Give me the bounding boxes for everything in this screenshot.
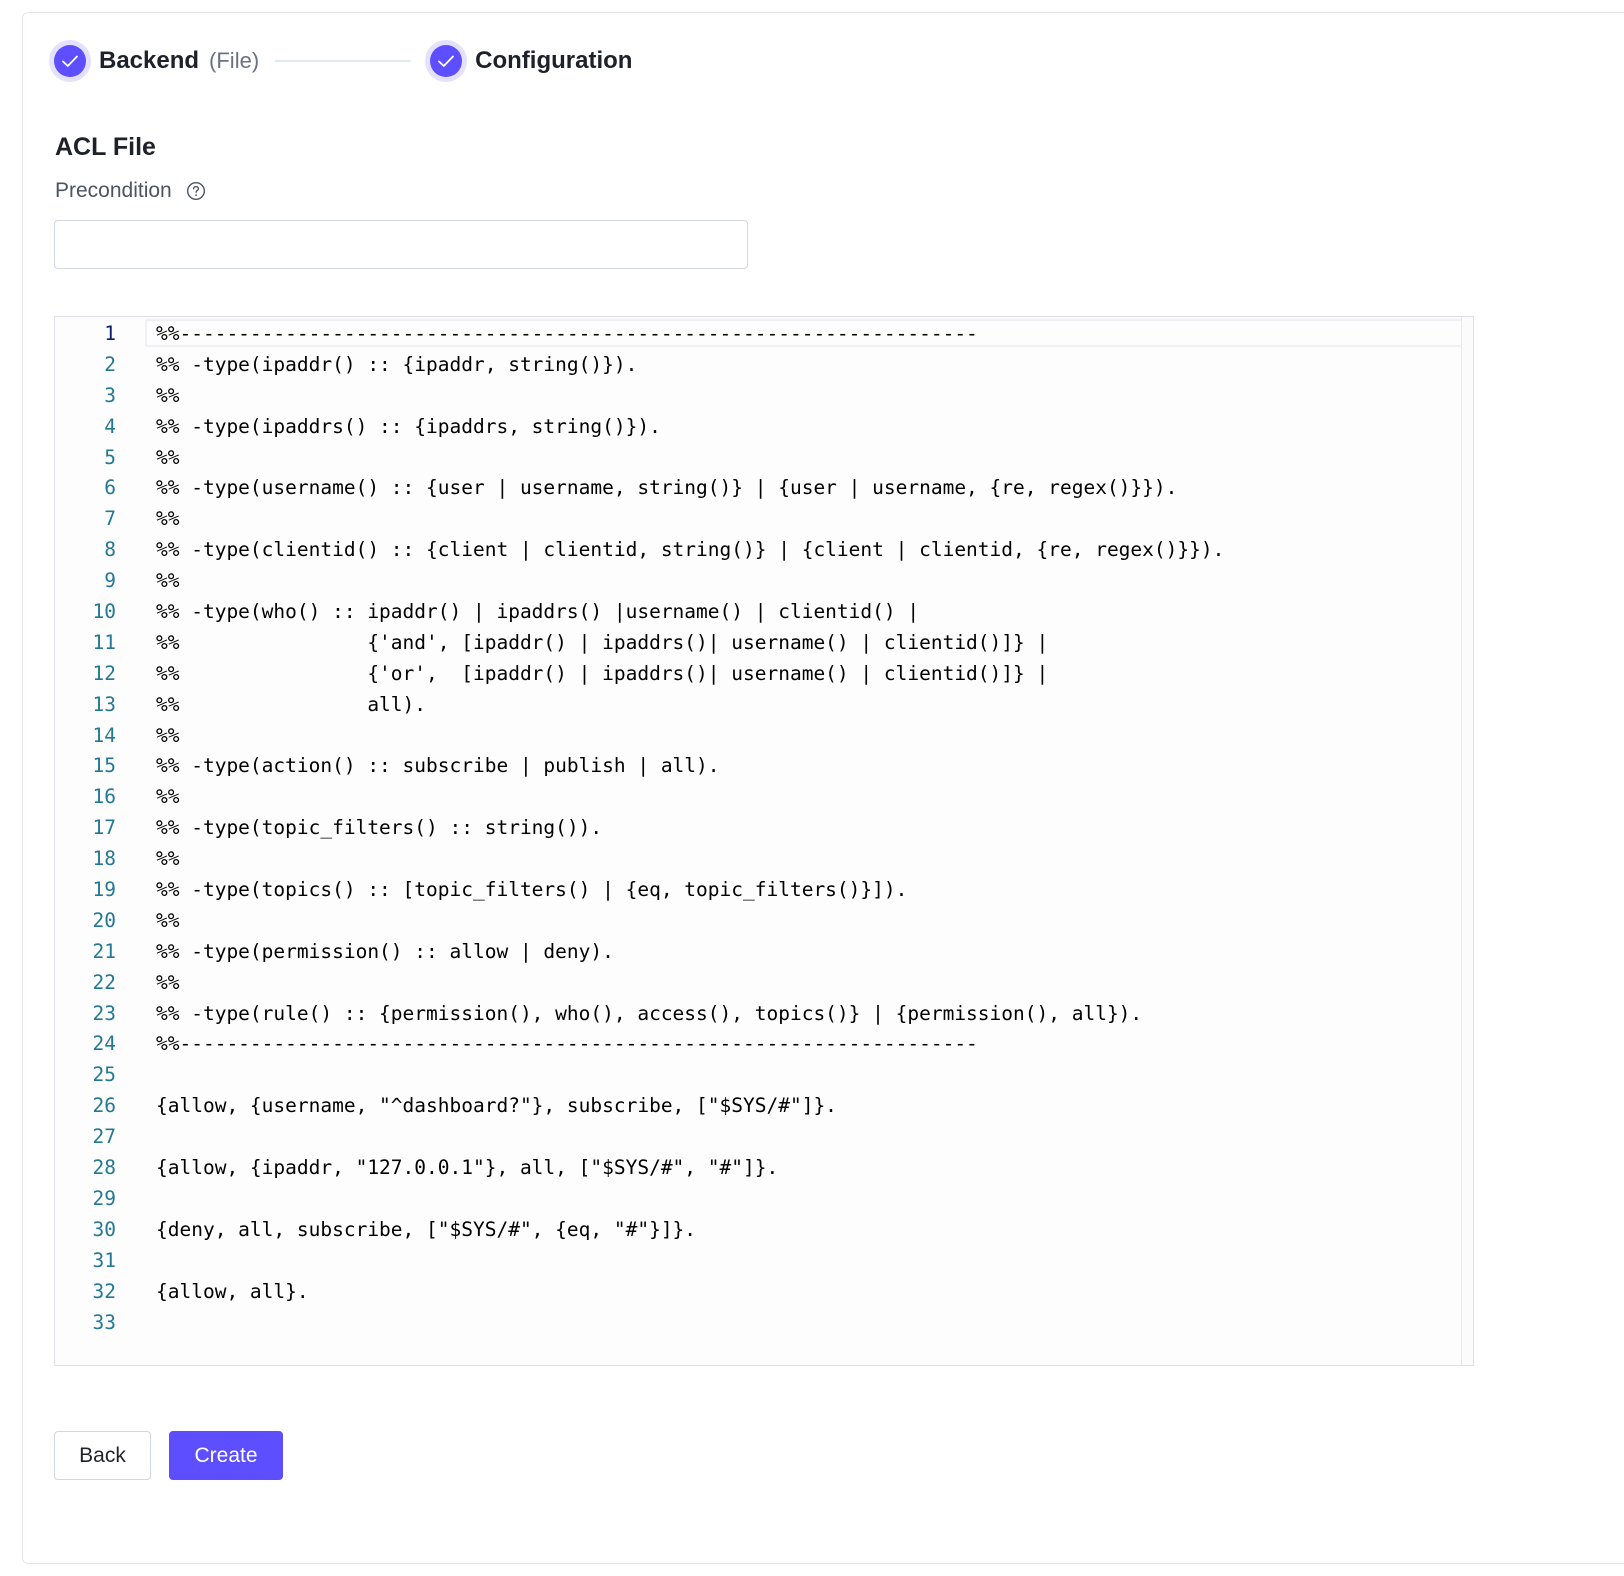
line-number: 23 bbox=[92, 1001, 116, 1025]
line-number: 9 bbox=[104, 569, 116, 593]
precondition-input[interactable] bbox=[54, 220, 748, 269]
line-number: 10 bbox=[92, 600, 116, 624]
code-line[interactable]: %% bbox=[156, 906, 1224, 937]
back-button[interactable]: Back bbox=[54, 1431, 151, 1480]
step-backend-title: Backend bbox=[99, 47, 200, 74]
code-line[interactable]: %% bbox=[156, 968, 1224, 999]
code-line[interactable] bbox=[156, 1122, 1224, 1153]
code-line[interactable]: {allow, {username, "^dashboard?"}, subsc… bbox=[156, 1091, 1224, 1122]
step-backend-subtitle: (File) bbox=[209, 48, 260, 73]
line-number: 3 bbox=[104, 383, 116, 407]
line-number: 31 bbox=[92, 1248, 116, 1272]
line-number: 21 bbox=[92, 939, 116, 963]
line-number: 4 bbox=[104, 414, 116, 438]
line-number: 12 bbox=[92, 661, 116, 685]
code-line[interactable]: %% all). bbox=[156, 690, 1224, 721]
code-content[interactable]: %%--------------------------------------… bbox=[156, 317, 1224, 1338]
code-line[interactable]: {allow, {ipaddr, "127.0.0.1"}, all, ["$S… bbox=[156, 1153, 1224, 1184]
check-icon bbox=[438, 55, 455, 67]
line-number: 30 bbox=[92, 1217, 116, 1241]
section-title: ACL File bbox=[55, 133, 156, 161]
code-line[interactable]: %% {'or', [ipaddr() | ipaddrs()| usernam… bbox=[156, 659, 1224, 690]
code-line[interactable]: %% -type(username() :: {user | username,… bbox=[156, 473, 1224, 504]
line-number: 1 bbox=[104, 322, 116, 345]
line-number: 32 bbox=[92, 1279, 116, 1303]
line-number: 28 bbox=[92, 1156, 116, 1180]
check-icon bbox=[62, 55, 78, 67]
line-number: 20 bbox=[92, 908, 116, 932]
acl-code-editor[interactable]: 1 2 3 4 5 6 7 8 9 10 11 12 13 14 15 16 17 18 19 20 21 22 23 24 2… bbox=[54, 316, 1474, 1366]
steps-bar: Backend (File) Configuration bbox=[49, 40, 632, 82]
create-button[interactable]: Create bbox=[169, 1431, 283, 1480]
code-line[interactable]: %% bbox=[156, 782, 1224, 813]
precondition-label-row: Precondition bbox=[55, 178, 206, 204]
code-line[interactable]: %% -type(rule() :: {permission(), who(),… bbox=[156, 999, 1224, 1030]
line-number: 24 bbox=[92, 1032, 116, 1056]
code-line[interactable]: %% bbox=[156, 504, 1224, 535]
line-number: 29 bbox=[92, 1186, 116, 1210]
line-number: 19 bbox=[92, 878, 116, 902]
line-number: 7 bbox=[104, 507, 116, 531]
line-number: 6 bbox=[104, 476, 116, 500]
code-line[interactable] bbox=[156, 1060, 1224, 1091]
code-line[interactable] bbox=[156, 1246, 1224, 1277]
line-number: 22 bbox=[92, 970, 116, 994]
line-number: 17 bbox=[92, 816, 116, 840]
line-number: 14 bbox=[92, 723, 116, 747]
code-line[interactable]: %% bbox=[156, 443, 1224, 474]
code-line[interactable]: %% -type(topic_filters() :: string()). bbox=[156, 813, 1224, 844]
code-line[interactable]: %% bbox=[156, 844, 1224, 875]
code-line[interactable]: %% bbox=[156, 381, 1224, 412]
question-circle-icon[interactable] bbox=[186, 181, 206, 201]
code-line[interactable]: {deny, all, subscribe, ["$SYS/#", {eq, "… bbox=[156, 1215, 1224, 1246]
code-line[interactable]: %%--------------------------------------… bbox=[156, 1029, 1224, 1060]
code-line[interactable]: %% -type(ipaddr() :: {ipaddr, string()})… bbox=[156, 350, 1224, 381]
line-number: 25 bbox=[92, 1063, 116, 1087]
code-line[interactable]: %% -type(who() :: ipaddr() | ipaddrs() |… bbox=[156, 597, 1224, 628]
code-line[interactable]: {allow, all}. bbox=[156, 1277, 1224, 1308]
code-line[interactable]: %% {'and', [ipaddr() | ipaddrs()| userna… bbox=[156, 628, 1224, 659]
code-line[interactable] bbox=[156, 1308, 1224, 1339]
line-number: 8 bbox=[104, 538, 116, 562]
code-line[interactable]: %% bbox=[156, 566, 1224, 597]
line-number: 16 bbox=[92, 785, 116, 809]
line-number: 27 bbox=[92, 1125, 116, 1149]
step-backend-status bbox=[49, 40, 91, 82]
step-configuration[interactable]: Configuration bbox=[425, 40, 632, 82]
code-line[interactable]: %%--------------------------------------… bbox=[156, 319, 1224, 350]
line-number: 2 bbox=[104, 352, 116, 376]
step-connector bbox=[275, 60, 412, 62]
step-configuration-status bbox=[425, 40, 468, 82]
line-number: 26 bbox=[92, 1094, 116, 1118]
line-number: 33 bbox=[92, 1310, 116, 1334]
step-configuration-title: Configuration bbox=[475, 47, 633, 74]
line-number-gutter: 1 2 3 4 5 6 7 8 9 10 11 12 13 14 15 16 17 18 19 20 21 22 23 24 2… bbox=[55, 317, 145, 1338]
precondition-label: Precondition bbox=[55, 179, 172, 202]
line-number: 15 bbox=[92, 754, 116, 778]
code-line[interactable]: %% -type(ipaddrs() :: {ipaddrs, string()… bbox=[156, 412, 1224, 443]
config-card: Backend (File) Configuration ACL File Pr… bbox=[22, 12, 1624, 1564]
code-line[interactable] bbox=[156, 1184, 1224, 1215]
line-number: 5 bbox=[104, 445, 116, 469]
line-number: 13 bbox=[92, 692, 116, 716]
code-line[interactable]: %% -type(clientid() :: {client | clienti… bbox=[156, 535, 1224, 566]
line-number: 18 bbox=[92, 847, 116, 871]
step-backend[interactable]: Backend (File) bbox=[49, 40, 259, 82]
editor-scrollbar[interactable] bbox=[1461, 317, 1473, 1365]
code-line[interactable]: %% -type(action() :: subscribe | publish… bbox=[156, 751, 1224, 782]
code-line[interactable]: %% bbox=[156, 721, 1224, 752]
code-line[interactable]: %% -type(permission() :: allow | deny). bbox=[156, 937, 1224, 968]
code-line[interactable]: %% -type(topics() :: [topic_filters() | … bbox=[156, 875, 1224, 906]
line-number: 11 bbox=[92, 630, 116, 654]
